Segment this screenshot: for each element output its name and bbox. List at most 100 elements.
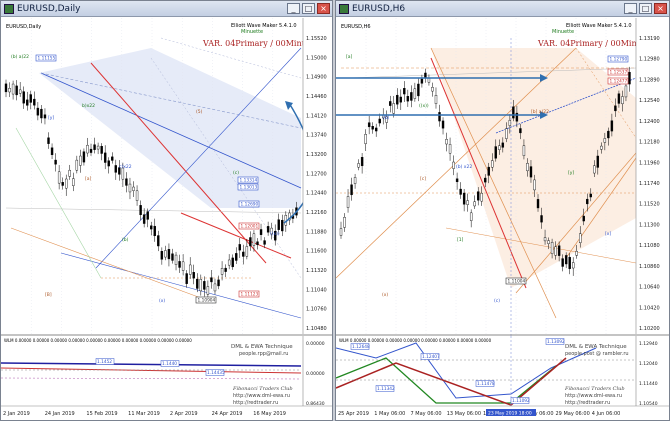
candle-body bbox=[65, 178, 68, 189]
minimize-button[interactable]: _ bbox=[624, 3, 637, 14]
price-tick-label: 1.11600 bbox=[306, 249, 327, 255]
price-box-label: 1.11123 bbox=[241, 292, 259, 298]
price-tick-label: 1.15000 bbox=[306, 55, 327, 61]
chart-window-daily[interactable]: EURUSD,Daily _ □ × EURUSD,Daily Elliott … bbox=[0, 0, 333, 421]
wave-label: ((x)) bbox=[270, 231, 280, 237]
price-box-label: 1.12477 bbox=[610, 79, 628, 85]
var-label: VAR. 04Primary / 00Minute bbox=[537, 39, 650, 48]
candle-body bbox=[427, 78, 431, 83]
candle-body bbox=[396, 94, 399, 105]
candle-body bbox=[107, 160, 110, 167]
candle-body bbox=[529, 166, 533, 178]
watermark-4: http://www.dml-ewa.ru bbox=[565, 393, 622, 399]
price-box-label: 1.12537 bbox=[610, 70, 628, 76]
candle-body bbox=[146, 211, 149, 220]
candle-body bbox=[543, 237, 547, 242]
candle-body bbox=[459, 188, 462, 195]
time-tick-label: 13 May 06:00 bbox=[447, 411, 481, 417]
price-box-label: 1.11004 bbox=[508, 279, 526, 285]
time-tick-label: 1 May 06:00 bbox=[374, 411, 405, 417]
wave-label: (b) x22 bbox=[456, 164, 472, 170]
candle-body bbox=[403, 88, 406, 95]
close-button[interactable]: × bbox=[317, 3, 330, 14]
chart-legend: EURUSD,H6 bbox=[341, 24, 371, 30]
price-tick-label: 1.12440 bbox=[306, 191, 327, 197]
watermark-5: http://redtrader.ru bbox=[565, 400, 610, 406]
candle-body bbox=[139, 205, 142, 216]
wave-label: [c] bbox=[420, 176, 426, 182]
indicator-value-label: 1.12648 bbox=[352, 344, 370, 350]
candle-body bbox=[586, 198, 589, 205]
indicator-value-label: 1.11092 bbox=[512, 398, 530, 404]
chart-window-h6[interactable]: EURUSD,H6 _ □ × EURUSD,H6 Elliott Wave M… bbox=[335, 0, 670, 421]
chart-icon bbox=[339, 3, 349, 14]
candle-body bbox=[281, 219, 284, 232]
candle-body bbox=[550, 242, 554, 254]
candle-body bbox=[199, 279, 203, 292]
watermark-5: http://redtrader.ru bbox=[233, 400, 278, 406]
candle-body bbox=[26, 99, 29, 106]
price-tick-label: 1.11040 bbox=[306, 287, 327, 293]
candle-body bbox=[57, 171, 61, 184]
indicator-tick-label: 0.00000 bbox=[306, 341, 325, 347]
candle-body bbox=[252, 233, 256, 246]
time-tick-label: 4 Jun 06:00 bbox=[592, 411, 621, 417]
price-chart-h6[interactable]: EURUSD,H6 Elliott Wave Maker 5.4.1.0 Min… bbox=[336, 18, 670, 421]
candle-body bbox=[89, 148, 93, 153]
time-tick-label: 24 Apr 2019 bbox=[212, 411, 243, 417]
candle-body bbox=[614, 105, 617, 112]
candle-body bbox=[103, 152, 107, 163]
time-tick-label: 25 Apr 2019 bbox=[338, 411, 369, 417]
time-tick-label: 7 May 06:00 bbox=[411, 411, 442, 417]
wave-label: [a] bbox=[346, 54, 353, 60]
candle-body bbox=[185, 273, 188, 284]
minimize-button[interactable]: _ bbox=[287, 3, 300, 14]
candle-body bbox=[579, 233, 582, 244]
wave-label: [b] a)22 bbox=[531, 109, 549, 115]
candle-body bbox=[487, 166, 490, 176]
candle-body bbox=[227, 259, 231, 266]
window-titlebar[interactable]: EURUSD,Daily _ □ × bbox=[1, 1, 332, 17]
maximize-button[interactable]: □ bbox=[639, 3, 652, 14]
candle-body bbox=[188, 264, 192, 275]
candle-body bbox=[360, 157, 364, 167]
price-tick-label: 1.11080 bbox=[639, 243, 660, 249]
time-tick-label: 29 May 06:00 bbox=[556, 411, 590, 417]
candle-body bbox=[571, 262, 575, 269]
candle-body bbox=[33, 98, 36, 106]
candle-body bbox=[406, 96, 410, 102]
indicator-value-label: 1.1440 bbox=[162, 361, 177, 367]
candle-body bbox=[346, 196, 350, 208]
watermark-2: people.rpp@mail.ru bbox=[239, 351, 288, 357]
candle-body bbox=[607, 130, 610, 139]
candle-body bbox=[153, 225, 156, 237]
chart-icon bbox=[4, 3, 14, 14]
watermark-4: http://www.dml-ewa.ru bbox=[233, 393, 290, 399]
candle-body bbox=[512, 106, 515, 119]
candle-body bbox=[245, 246, 249, 257]
price-chart-daily[interactable]: EURUSD,Daily Elliott Wave Maker 5.4.1.0 … bbox=[1, 18, 333, 421]
price-box-label: 1.12690 bbox=[241, 202, 259, 208]
indicator-value-label: 1.12407 bbox=[422, 354, 440, 360]
candle-body bbox=[533, 179, 536, 191]
price-tick-label: 1.10860 bbox=[639, 264, 660, 270]
window-title: EURUSD,Daily bbox=[17, 3, 81, 14]
candle-body bbox=[624, 85, 628, 98]
candle-body bbox=[231, 257, 234, 268]
window-titlebar[interactable]: EURUSD,H6 _ □ × bbox=[336, 1, 669, 17]
candle-body bbox=[15, 85, 18, 96]
candle-body bbox=[519, 128, 522, 134]
close-button[interactable]: × bbox=[654, 3, 667, 14]
candle-body bbox=[40, 108, 43, 119]
candle-body bbox=[75, 159, 79, 171]
candle-body bbox=[445, 139, 448, 145]
maximize-button[interactable]: □ bbox=[302, 3, 315, 14]
price-tick-label: 1.11960 bbox=[639, 160, 660, 166]
indicator-tick-label: 0.00000 bbox=[306, 371, 325, 377]
candle-body bbox=[256, 241, 259, 246]
price-tick-label: 1.11880 bbox=[306, 229, 327, 235]
time-tick-label: 16 May 2019 bbox=[253, 411, 286, 417]
candle-body bbox=[339, 228, 343, 236]
wave-label: [y] bbox=[568, 170, 574, 176]
wave-label: (b) a)22 bbox=[11, 54, 29, 60]
